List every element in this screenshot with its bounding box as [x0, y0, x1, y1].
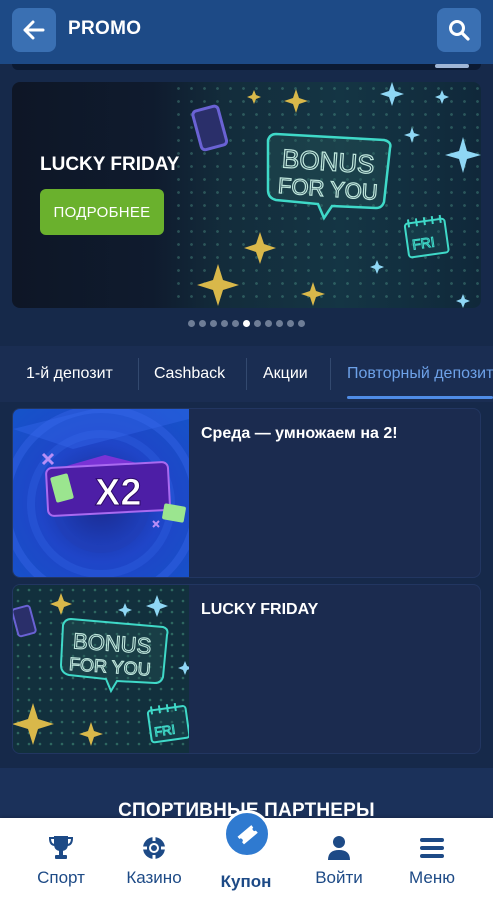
- tab-divider: [138, 358, 139, 390]
- nav-sport[interactable]: Спорт: [12, 818, 110, 900]
- details-button[interactable]: ПОДРОБНЕЕ: [40, 189, 164, 235]
- carousel-dot[interactable]: [221, 320, 228, 327]
- carousel-dot[interactable]: [188, 320, 195, 327]
- coupon-ticket-icon: [237, 825, 258, 845]
- tab-repeat-deposit[interactable]: Повторный депозит: [333, 346, 493, 402]
- previous-slide-edge: [12, 64, 481, 70]
- user-icon: [328, 836, 350, 860]
- carousel-dot[interactable]: [232, 320, 239, 327]
- carousel-dot[interactable]: [298, 320, 305, 327]
- carousel-dot[interactable]: [276, 320, 283, 327]
- carousel-indicators: [0, 320, 493, 332]
- carousel-dot[interactable]: [287, 320, 294, 327]
- nav-casino-label: Казино: [126, 868, 182, 887]
- search-button[interactable]: [437, 8, 481, 52]
- promo-banner[interactable]: BONUS FOR YOU FRI LUCKY FRIDAY ПОДРОБНЕЕ: [12, 82, 481, 308]
- promo-thumbnail-x2: X2: [13, 409, 189, 577]
- app-header: PROMO: [0, 0, 493, 64]
- tab-cashback[interactable]: Cashback: [140, 346, 239, 402]
- x2-label: X2: [95, 472, 141, 514]
- active-tab-indicator: [347, 396, 493, 399]
- back-button[interactable]: [12, 8, 56, 52]
- promo-title: LUCKY FRIDAY: [201, 601, 319, 618]
- nav-login[interactable]: Войти: [290, 818, 388, 900]
- nav-menu[interactable]: Меню: [383, 818, 481, 900]
- bottom-navigation: Спорт Казино Купон Войти Меню: [0, 810, 493, 900]
- carousel-dot[interactable]: [210, 320, 217, 327]
- promo-tabs: 1-й депозит Cashback Акции Повторный деп…: [0, 346, 493, 402]
- carousel-dot[interactable]: [254, 320, 261, 327]
- nav-coupon-button[interactable]: [223, 810, 271, 858]
- carousel-dot[interactable]: [265, 320, 272, 327]
- nav-login-label: Войти: [315, 868, 363, 887]
- bonus-thumb-artwork: BONUS FOR YOU FRI: [13, 585, 189, 753]
- promo-card-lucky-friday[interactable]: BONUS FOR YOU FRI LUCKY FRIDAY: [12, 584, 481, 754]
- calendar-badge: FRI: [411, 234, 436, 253]
- tab-divider: [246, 358, 247, 390]
- promo-thumbnail-bonus: BONUS FOR YOU FRI: [13, 585, 189, 753]
- search-icon: [449, 20, 470, 41]
- nav-casino[interactable]: Казино: [105, 818, 203, 900]
- page-title: PROMO: [68, 18, 142, 39]
- arrow-left-icon: [23, 20, 45, 40]
- promo-card-wednesday[interactable]: X2 Среда — умножаем на 2!: [12, 408, 481, 578]
- bonus-thumb-badge: FRI: [153, 722, 176, 740]
- tab-first-deposit[interactable]: 1-й депозит: [12, 346, 127, 402]
- banner-title: LUCKY FRIDAY: [40, 154, 180, 175]
- menu-icon: [420, 838, 444, 858]
- tab-divider: [330, 358, 331, 390]
- nav-coupon-label[interactable]: Купон: [196, 872, 296, 892]
- x2-artwork: X2: [13, 409, 189, 577]
- tab-promotions[interactable]: Акции: [249, 346, 322, 402]
- nav-menu-label: Меню: [409, 868, 455, 887]
- carousel-dot-active[interactable]: [243, 320, 250, 327]
- promo-title: Среда — умножаем на 2!: [201, 425, 398, 442]
- carousel-dot[interactable]: [199, 320, 206, 327]
- trophy-icon: [48, 836, 74, 859]
- casino-chip-icon: [143, 837, 165, 859]
- nav-sport-label: Спорт: [37, 868, 85, 887]
